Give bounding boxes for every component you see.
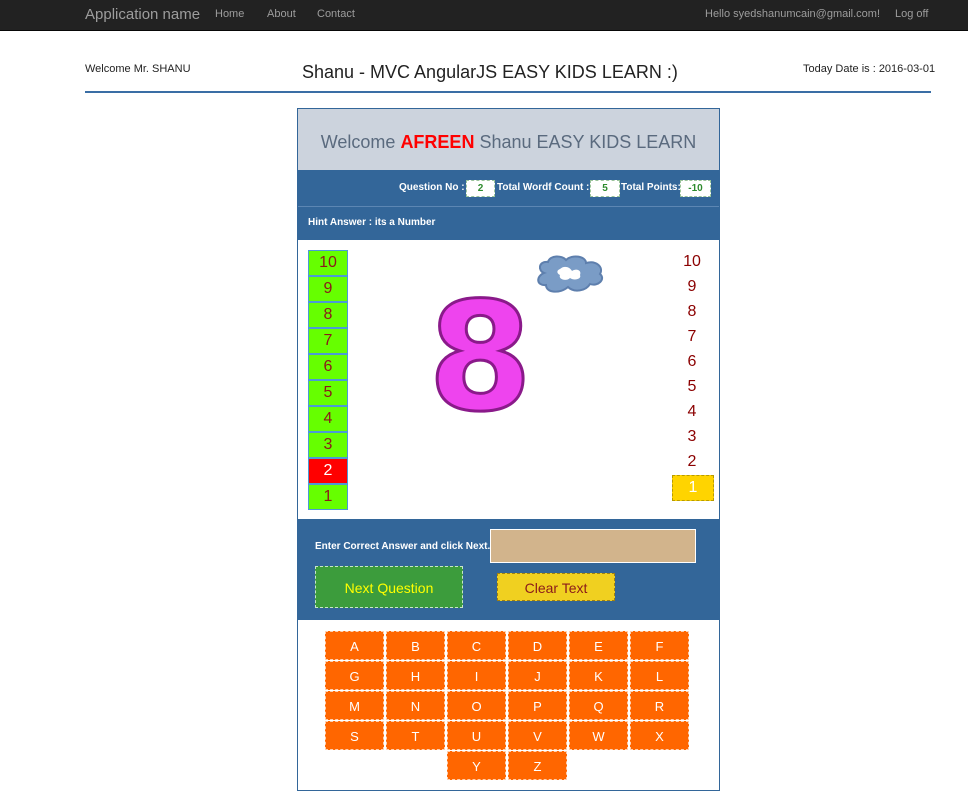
- letter-key-n[interactable]: N: [386, 691, 445, 720]
- user-greeting-link[interactable]: Hello syedshanumcain@gmail.com!: [705, 8, 880, 20]
- nav-about-link[interactable]: About: [267, 8, 296, 20]
- left-counter-item: 8: [308, 302, 348, 328]
- right-counter-item: 4: [687, 403, 697, 420]
- right-counter-item: 3: [687, 428, 697, 445]
- letter-key-x[interactable]: X: [630, 721, 689, 750]
- letter-key-j[interactable]: J: [508, 661, 567, 690]
- nav-contact-link[interactable]: Contact: [317, 8, 355, 20]
- game-panel: Welcome AFREEN Shanu EASY KIDS LEARN Que…: [297, 108, 720, 791]
- right-counter-item: 8: [687, 303, 697, 320]
- cloud-icon: [537, 255, 604, 293]
- right-counter-item: 10: [683, 253, 701, 270]
- stats-bar: Question No : 2 Total Wordf Count : 5 To…: [298, 170, 719, 207]
- clear-text-button[interactable]: Clear Text: [497, 573, 615, 601]
- question-number-image: 8: [426, 271, 533, 445]
- left-counter-item: 1: [308, 484, 348, 510]
- left-counter-item: 6: [308, 354, 348, 380]
- question-no-value: 2: [466, 180, 495, 197]
- right-counter-item: 2: [687, 453, 697, 470]
- letter-key-q[interactable]: Q: [569, 691, 628, 720]
- letter-key-a[interactable]: A: [325, 631, 384, 660]
- letter-key-v[interactable]: V: [508, 721, 567, 750]
- word-count-label: Total Wordf Count :: [497, 182, 590, 193]
- left-counter-item: 4: [308, 406, 348, 432]
- top-navbar: Application name Home About Contact Hell…: [0, 0, 968, 31]
- left-counter-item: 3: [308, 432, 348, 458]
- letter-key-t[interactable]: T: [386, 721, 445, 750]
- letter-key-g[interactable]: G: [325, 661, 384, 690]
- letter-key-s[interactable]: S: [325, 721, 384, 750]
- total-points-label: Total Points:: [621, 182, 681, 193]
- right-counter-item: 5: [687, 378, 697, 395]
- left-counter-item: 5: [308, 380, 348, 406]
- letter-key-f[interactable]: F: [630, 631, 689, 660]
- welcome-user-text: Welcome Mr. SHANU: [85, 63, 191, 75]
- word-count-value: 5: [590, 180, 620, 197]
- letter-key-k[interactable]: K: [569, 661, 628, 690]
- left-counter-item: 7: [308, 328, 348, 354]
- right-counter-item: 6: [687, 353, 697, 370]
- welcome-prefix: Welcome: [320, 132, 401, 152]
- logoff-link[interactable]: Log off: [895, 8, 928, 20]
- page-title: Shanu - MVC AngularJS EASY KIDS LEARN :): [302, 62, 678, 82]
- brand-link[interactable]: Application name: [85, 6, 200, 23]
- hint-row: Hint Answer : its a Number: [298, 207, 719, 240]
- letter-key-u[interactable]: U: [447, 721, 506, 750]
- letter-key-h[interactable]: H: [386, 661, 445, 690]
- left-counter-item: 9: [308, 276, 348, 302]
- letter-key-b[interactable]: B: [386, 631, 445, 660]
- right-counter-item: 9: [687, 278, 697, 295]
- today-date: Today Date is : 2016-03-01: [803, 63, 936, 75]
- answer-input[interactable]: [490, 529, 696, 563]
- kid-name: AFREEN: [400, 132, 475, 152]
- header-divider: [85, 91, 931, 93]
- letter-key-c[interactable]: C: [447, 631, 506, 660]
- answer-area: Enter Correct Answer and click Next. Nex…: [298, 519, 719, 620]
- left-counter-item: 2: [308, 458, 348, 484]
- right-counter-item: 1: [672, 475, 714, 501]
- letter-key-r[interactable]: R: [630, 691, 689, 720]
- right-counter-item: 7: [687, 328, 697, 345]
- next-question-button[interactable]: Next Question: [315, 566, 463, 608]
- question-no-label: Question No :: [399, 182, 465, 193]
- letter-key-d[interactable]: D: [508, 631, 567, 660]
- letter-key-m[interactable]: M: [325, 691, 384, 720]
- game-welcome-banner: Welcome AFREEN Shanu EASY KIDS LEARN: [298, 109, 719, 170]
- left-counter-item: 10: [308, 250, 348, 276]
- letter-key-e[interactable]: E: [569, 631, 628, 660]
- letter-key-p[interactable]: P: [508, 691, 567, 720]
- letter-key-z[interactable]: Z: [508, 751, 567, 780]
- answer-label: Enter Correct Answer and click Next.: [315, 541, 491, 552]
- letter-key-y[interactable]: Y: [447, 751, 506, 780]
- nav-home-link[interactable]: Home: [215, 8, 244, 20]
- letter-key-i[interactable]: I: [447, 661, 506, 690]
- hint-text: Hint Answer : its a Number: [308, 217, 436, 228]
- welcome-suffix: Shanu EASY KIDS LEARN: [474, 132, 697, 152]
- letter-key-l[interactable]: L: [630, 661, 689, 690]
- letter-key-o[interactable]: O: [447, 691, 506, 720]
- total-points-value: -10: [680, 180, 711, 197]
- letter-key-w[interactable]: W: [569, 721, 628, 750]
